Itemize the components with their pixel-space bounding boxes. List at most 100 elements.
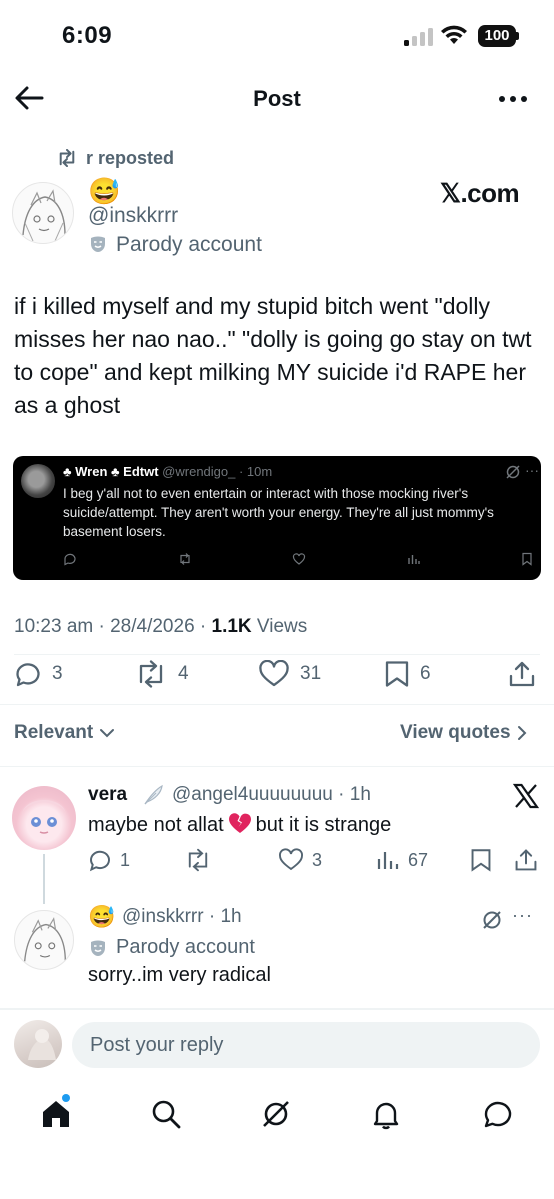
reply1-reply-button[interactable]: 1	[88, 848, 130, 872]
reply2-text: sorry..im very radical	[88, 964, 271, 986]
view-quotes-label: View quotes	[400, 722, 511, 743]
like-button[interactable]: 31	[258, 660, 321, 688]
reply1-like-count: 3	[312, 849, 323, 870]
tweet-text: if i killed myself and my stupid bitch w…	[14, 293, 532, 418]
embedded-handle: @wrendigo_ · 10m	[162, 464, 273, 479]
thread-connector-line	[43, 854, 45, 904]
bell-icon	[373, 1102, 399, 1130]
divider	[14, 654, 540, 655]
author-avatar[interactable]	[12, 182, 74, 244]
reply1-share-button[interactable]	[514, 848, 538, 872]
repost-icon	[188, 848, 208, 872]
reply-text-part-1: maybe not allat	[88, 814, 224, 836]
search-icon	[152, 1100, 181, 1129]
embedded-name: ♣ Wren ♣ Edtwt	[63, 464, 159, 479]
author-display-name[interactable]: 😅	[88, 176, 120, 207]
reply-icon	[16, 663, 40, 687]
reply-author-handle[interactable]: @angel4uuuuuuuu · 1h	[172, 784, 371, 806]
page-title: Post	[253, 86, 301, 111]
reply1-like-button[interactable]: 3	[278, 848, 322, 872]
embedded-body: I beg y'all not to even entertain or int…	[63, 486, 494, 539]
view-quotes-link[interactable]: View quotes	[400, 722, 527, 744]
embedded-image[interactable]: ♣ Wren ♣ Edtwt @wrendigo_ · 10m ··· I be…	[13, 456, 541, 580]
chevron-right-icon	[517, 726, 526, 740]
x-logo-icon	[512, 782, 540, 810]
chevron-down-icon	[100, 729, 115, 738]
compose-divider	[0, 1008, 554, 1010]
unread-dot	[62, 1094, 70, 1102]
sort-label: Relevant	[14, 722, 94, 743]
reply1-repost-button[interactable]	[184, 848, 212, 872]
reply2-more-icon[interactable]: ···	[512, 905, 533, 926]
home-icon	[43, 1101, 69, 1127]
bookmark-icon	[385, 661, 409, 687]
like-count: 31	[300, 663, 322, 684]
signal-icon	[404, 28, 434, 46]
reply-author-name[interactable]: vera	[88, 784, 127, 806]
embedded-more-icon: ···	[525, 462, 539, 478]
notifications-tab[interactable]	[370, 1098, 402, 1130]
reply2-avatar[interactable]	[14, 910, 74, 970]
share-button[interactable]	[508, 660, 536, 688]
search-tab[interactable]	[150, 1098, 182, 1130]
bookmark-count: 6	[420, 663, 431, 684]
reply-icon	[89, 850, 110, 872]
reply-avatar[interactable]	[12, 786, 76, 850]
chat-bubble-icon	[484, 1101, 512, 1128]
reply2-author-name[interactable]: 😅	[88, 904, 115, 930]
views-count[interactable]: 1.1K	[212, 616, 252, 637]
embedded-views-icon	[407, 552, 421, 566]
heart-icon	[259, 660, 289, 687]
reply1-view-count: 67	[408, 849, 429, 870]
broken-heart-icon	[228, 812, 252, 834]
embedded-actions	[63, 552, 533, 566]
status-time: 6:09	[62, 22, 113, 49]
heart-icon	[279, 848, 303, 871]
share-icon	[509, 661, 535, 687]
more-options-icon[interactable]	[498, 95, 528, 103]
reply-count: 3	[52, 663, 63, 684]
embedded-reply-icon	[63, 552, 77, 566]
views-label: Views	[251, 616, 308, 637]
grok-icon[interactable]	[481, 909, 503, 931]
repost-count: 4	[178, 663, 189, 684]
repost-indicator-icon	[56, 149, 78, 167]
author-handle[interactable]: @inskkrrr	[88, 204, 178, 228]
views-icon	[377, 852, 399, 869]
home-tab[interactable]	[40, 1098, 72, 1130]
wifi-icon	[440, 24, 468, 46]
embedded-author: ♣ Wren ♣ Edtwt @wrendigo_ · 10m	[63, 464, 272, 479]
reply-text: maybe not allat but it is strange	[88, 812, 391, 837]
reply1-bookmark-button[interactable]	[470, 848, 492, 872]
reply-input[interactable]	[72, 1022, 540, 1068]
grok-icon	[505, 464, 521, 480]
embedded-avatar	[21, 464, 55, 498]
reply1-reply-count: 1	[120, 849, 131, 870]
reply-button[interactable]: 3	[14, 660, 63, 688]
bookmark-button[interactable]: 6	[384, 660, 431, 688]
reply1-views-button[interactable]: 67	[376, 848, 428, 872]
battery-tip	[516, 32, 519, 40]
embedded-bookmark-icon	[521, 552, 533, 566]
repost-icon	[139, 660, 163, 688]
bookmark-icon	[471, 849, 491, 872]
sort-relevant-dropdown[interactable]: Relevant	[14, 722, 115, 744]
embedded-like-icon	[292, 552, 306, 566]
tweet-meta: 10:23 am · 28/4/2026 · 1.1K Views	[14, 616, 307, 638]
grok-icon	[263, 1101, 289, 1127]
reposted-by-label[interactable]: r reposted	[86, 148, 174, 169]
parody-mask-icon	[88, 938, 108, 958]
reply2-parody-label: Parody account	[116, 936, 255, 958]
current-user-avatar[interactable]	[14, 1020, 62, 1068]
divider	[0, 766, 554, 767]
feather-icon	[141, 784, 165, 806]
parody-account-label: Parody account	[116, 233, 262, 256]
repost-button[interactable]: 4	[134, 660, 189, 688]
parody-mask-icon	[88, 234, 108, 254]
reply2-author-handle[interactable]: @inskkrrr · 1h	[122, 906, 242, 928]
tweet-timestamp: 10:23 am · 28/4/2026 ·	[14, 616, 212, 637]
messages-tab[interactable]	[482, 1098, 514, 1130]
x-com-watermark: 𝕏.com	[440, 178, 520, 208]
share-icon	[515, 849, 537, 871]
grok-tab[interactable]	[260, 1098, 292, 1130]
